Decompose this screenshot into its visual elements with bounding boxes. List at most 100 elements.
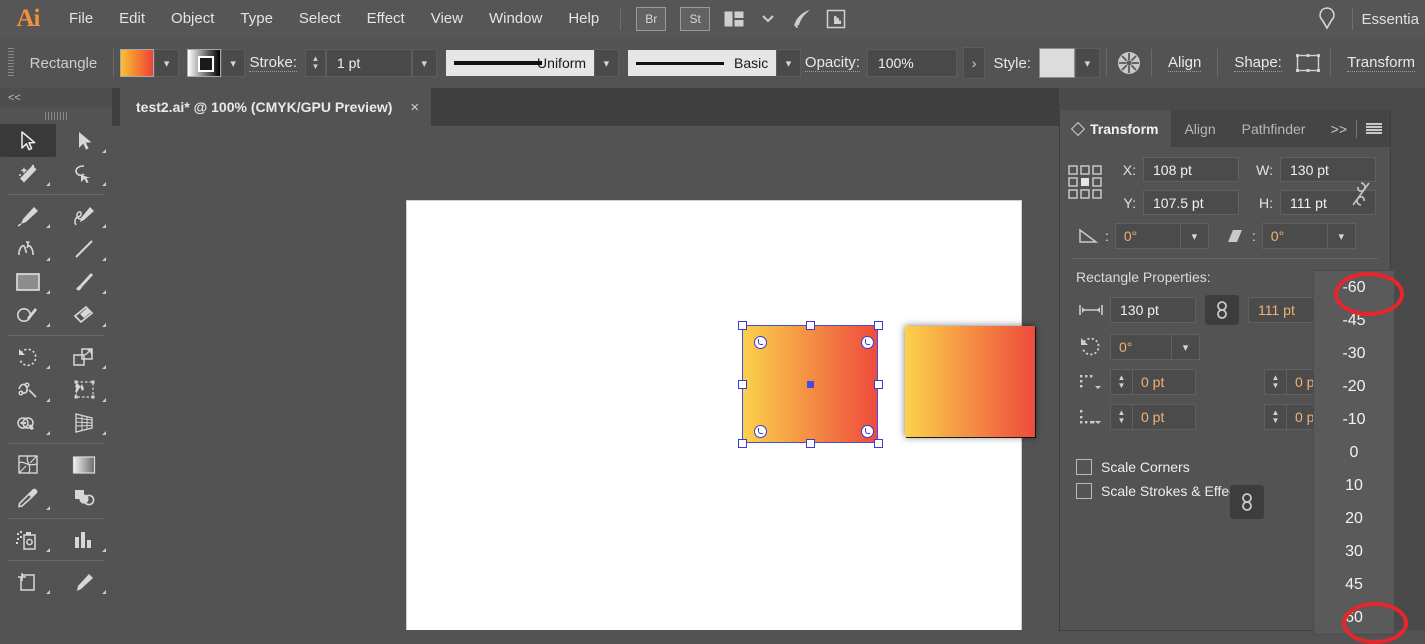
corner-widget-top-right[interactable] (861, 336, 874, 349)
free-transform-tool[interactable] (56, 373, 112, 406)
opacity-input[interactable]: 100% (866, 49, 957, 77)
workspace-selector[interactable]: Essentia (1361, 11, 1425, 28)
fill-swatch[interactable] (120, 49, 155, 77)
shape-label[interactable]: Shape: (1234, 54, 1282, 72)
dropdown-option[interactable]: -20 (1314, 370, 1394, 403)
scale-strokes-checkbox[interactable] (1076, 483, 1092, 499)
selection-tool[interactable] (0, 124, 56, 157)
rotate-angle-input[interactable]: 0° (1114, 223, 1181, 249)
corner-widget-bottom-left[interactable] (754, 425, 767, 438)
dropdown-option[interactable]: 10 (1314, 469, 1394, 502)
slice-tool[interactable] (56, 565, 112, 598)
width-profile-chevron-down-icon[interactable]: ▾ (594, 49, 619, 77)
transform-button[interactable]: Transform (1347, 54, 1415, 72)
shape-builder-tool[interactable] (0, 406, 56, 439)
corner-tr-stepper[interactable]: ▲ ▼ (1264, 369, 1286, 395)
rectangle-tool[interactable] (0, 265, 56, 298)
stroke-weight-stepper[interactable]: ▲ ▼ (304, 49, 326, 77)
dropdown-option[interactable]: 0 (1314, 436, 1394, 469)
shear-angle-input[interactable]: 0° (1261, 223, 1328, 249)
dropdown-option[interactable]: 60 (1314, 601, 1394, 634)
shear-angle-dropdown[interactable]: -60 -45 -30 -20 -10 0 10 20 30 45 60 (1313, 270, 1395, 635)
handle-middle-left[interactable] (738, 380, 747, 389)
handle-bottom-right[interactable] (874, 439, 883, 448)
corner-tl-input[interactable]: 0 pt (1132, 369, 1196, 395)
search-bulb-icon[interactable] (1312, 0, 1342, 38)
chevron-down-icon[interactable] (753, 0, 783, 38)
scale-tool[interactable] (56, 340, 112, 373)
dropdown-option[interactable]: -60 (1314, 271, 1394, 304)
corner-link-chain-icon[interactable] (1230, 485, 1264, 519)
tools-panel-grip[interactable] (0, 108, 112, 124)
dropdown-option[interactable]: -30 (1314, 337, 1394, 370)
align-button[interactable]: Align (1168, 54, 1202, 72)
menu-effect[interactable]: Effect (354, 0, 418, 38)
dropdown-option[interactable]: 45 (1314, 568, 1394, 601)
handle-bottom-center[interactable] (806, 439, 815, 448)
touch-workspace-icon[interactable] (821, 0, 851, 38)
close-icon[interactable]: × (410, 99, 419, 116)
corner-bl-input[interactable]: 0 pt (1132, 404, 1196, 430)
perspective-grid-tool[interactable] (56, 406, 112, 439)
graphic-style-swatch[interactable] (1038, 48, 1076, 78)
stroke-dropdown-chevron-down-icon[interactable]: ▾ (220, 49, 246, 77)
gradient-tool[interactable] (56, 448, 112, 481)
line-segment-tool[interactable] (56, 232, 112, 265)
eyedropper-tool[interactable] (0, 481, 56, 514)
corner-br-stepper[interactable]: ▲ ▼ (1264, 404, 1286, 430)
y-input[interactable]: 107.5 pt (1143, 190, 1239, 215)
shape-bounding-box-icon[interactable] (1294, 44, 1322, 82)
dropdown-option[interactable]: 20 (1314, 502, 1394, 535)
menu-view[interactable]: View (418, 0, 476, 38)
rect-rotate-input[interactable]: 0° (1110, 334, 1172, 360)
link-chain-icon[interactable] (1205, 295, 1239, 325)
dropdown-option[interactable]: -45 (1314, 304, 1394, 337)
menu-file[interactable]: File (56, 0, 106, 38)
reference-point-selector[interactable] (1068, 165, 1102, 199)
tab-pathfinder[interactable]: Pathfinder (1229, 110, 1319, 147)
brush-chevron-down-icon[interactable]: ▾ (776, 49, 801, 77)
stroke-swatch[interactable] (186, 49, 221, 77)
handle-top-left[interactable] (738, 321, 747, 330)
width-tool[interactable] (0, 373, 56, 406)
opacity-expand-button[interactable]: › (962, 47, 986, 79)
brush-definition-select[interactable]: Basic (628, 50, 777, 76)
menu-type[interactable]: Type (227, 0, 286, 38)
menu-select[interactable]: Select (286, 0, 354, 38)
rotate-tool[interactable] (0, 340, 56, 373)
pen-tool[interactable] (0, 199, 56, 232)
tools-collapse-button[interactable]: << (0, 88, 112, 108)
dropdown-option[interactable]: 30 (1314, 535, 1394, 568)
unlinked-chain-icon[interactable] (1350, 179, 1372, 209)
scale-corners-checkbox[interactable] (1076, 459, 1092, 475)
arrange-documents-icon[interactable] (719, 0, 749, 38)
bridge-button[interactable]: Br (636, 7, 667, 31)
column-graph-tool[interactable] (56, 523, 112, 556)
corner-widget-bottom-right[interactable] (861, 425, 874, 438)
variable-width-profile-select[interactable]: Uniform (446, 50, 595, 76)
eraser-tool[interactable] (56, 298, 112, 331)
shaper-tool[interactable] (0, 298, 56, 331)
document-tab[interactable]: test2.ai* @ 100% (CMYK/GPU Preview) × (120, 88, 432, 126)
stroke-weight-input[interactable]: 1 pt (325, 49, 412, 77)
menu-help[interactable]: Help (555, 0, 612, 38)
x-input[interactable]: 108 pt (1143, 157, 1239, 182)
menu-object[interactable]: Object (158, 0, 227, 38)
rect-rotate-chevron-down-icon[interactable]: ▾ (1172, 334, 1200, 360)
corner-widget-top-left[interactable] (754, 336, 767, 349)
corner-tl-stepper[interactable]: ▲ ▼ (1110, 369, 1132, 395)
panel-menu-icon[interactable] (1366, 122, 1382, 135)
type-tool[interactable] (0, 232, 56, 265)
lasso-tool[interactable] (56, 157, 112, 190)
menu-window[interactable]: Window (476, 0, 555, 38)
mesh-tool[interactable] (0, 448, 56, 481)
menu-edit[interactable]: Edit (106, 0, 158, 38)
handle-middle-right[interactable] (874, 380, 883, 389)
magic-wand-tool[interactable] (0, 157, 56, 190)
fill-dropdown-chevron-down-icon[interactable]: ▾ (154, 49, 180, 77)
rotate-angle-chevron-down-icon[interactable]: ▾ (1180, 223, 1209, 249)
control-bar-grip[interactable] (8, 48, 14, 78)
canvas-area[interactable] (112, 126, 1059, 630)
curvature-tool[interactable] (56, 199, 112, 232)
handle-top-center[interactable] (806, 321, 815, 330)
